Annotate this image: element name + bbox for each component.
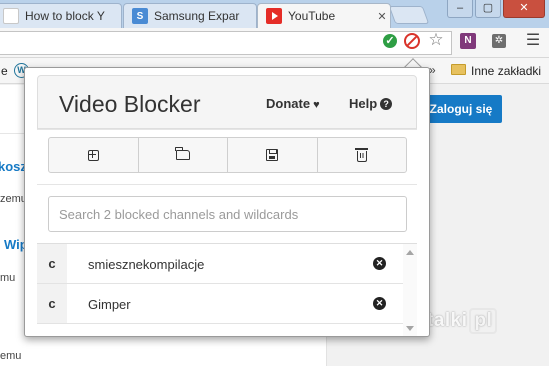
maximize-button[interactable]: ▢ [475,0,501,18]
save-button[interactable] [228,138,318,172]
delete-button[interactable] [318,138,407,172]
new-tab-button[interactable] [388,6,430,24]
tab-strip: How to block Y S Samsung Expar YouTube ✕… [0,0,549,28]
remove-icon[interactable]: ✕ [373,257,386,270]
check-icon[interactable]: ✓ [383,34,397,48]
divider [37,129,417,130]
list-item: c Gimper ✕ [37,284,403,324]
minimize-button[interactable]: – [447,0,473,18]
open-button[interactable] [139,138,228,172]
scroll-up-icon[interactable] [406,250,414,255]
window-controls: – ▢ ✕ [447,0,545,18]
onenote-icon[interactable]: N [460,33,476,49]
bookmark-fragment[interactable]: e [1,64,8,78]
video-blocker-popup: Video Blocker Donate♥ Help? c smieszneko… [24,67,430,337]
tab-title: Samsung Expar [154,9,240,23]
tab-how-to-block[interactable]: How to block Y [0,3,122,28]
action-button-group [48,137,407,173]
more-bookmarks-icon[interactable]: » [429,63,436,77]
menu-icon[interactable]: ☰ [524,32,542,50]
trash-icon [354,148,368,162]
tab-title: YouTube [288,9,336,23]
close-tab-icon[interactable]: ✕ [374,10,390,23]
folder-icon [451,64,466,75]
donate-link[interactable]: Donate ♥ [266,96,320,111]
page-text-fragment: mu [0,272,16,284]
tab-title: How to block Y [25,9,105,23]
donate-label: Donate [266,96,311,111]
help-link[interactable]: Help? [349,96,393,111]
google-favicon-icon [3,8,19,24]
list-item: c smiesznekompilacje ✕ [37,244,403,284]
popup-title: Video Blocker [59,91,201,117]
heart-icon: ♥ [313,99,320,111]
watermark-suffix: pl [469,308,498,334]
login-button[interactable]: Zaloguj się [420,95,502,123]
page-text-fragment: emu [0,350,22,362]
help-label: Help [349,96,378,111]
list-scrollbar[interactable] [403,244,417,336]
add-button[interactable] [49,138,139,172]
other-bookmarks-folder[interactable]: Inne zakładki [471,64,541,78]
block-icon[interactable] [404,33,420,49]
tab-samsung[interactable]: S Samsung Expar [123,3,257,28]
youtube-favicon-icon [266,8,282,24]
close-window-button[interactable]: ✕ [503,0,545,18]
extension-icon[interactable]: ✲ [492,34,506,48]
popup-header: Video Blocker Donate ♥ Help? [37,75,417,129]
page-text-fragment: zemu [0,193,27,205]
s-favicon-icon: S [132,8,148,24]
question-icon: ? [380,98,393,110]
scroll-down-icon[interactable] [406,326,414,331]
channel-name: smiesznekompilacje [88,257,205,272]
add-icon [87,149,99,161]
divider [37,184,417,185]
channel-type-badge: c [37,244,67,283]
remove-icon[interactable]: ✕ [373,297,386,310]
channel-type-badge: c [37,284,67,323]
search-input[interactable] [48,196,407,232]
star-icon[interactable]: ☆ [427,31,445,49]
channel-name: Gimper [88,297,131,312]
blocked-list: c smiesznekompilacje ✕ c Gimper ✕ [37,243,417,336]
tab-youtube[interactable]: YouTube ✕ [257,3,391,28]
browser-toolbar: ✓ ☆ N ✲ ☰ [0,28,549,58]
open-folder-icon [175,147,190,160]
save-icon [266,149,279,161]
